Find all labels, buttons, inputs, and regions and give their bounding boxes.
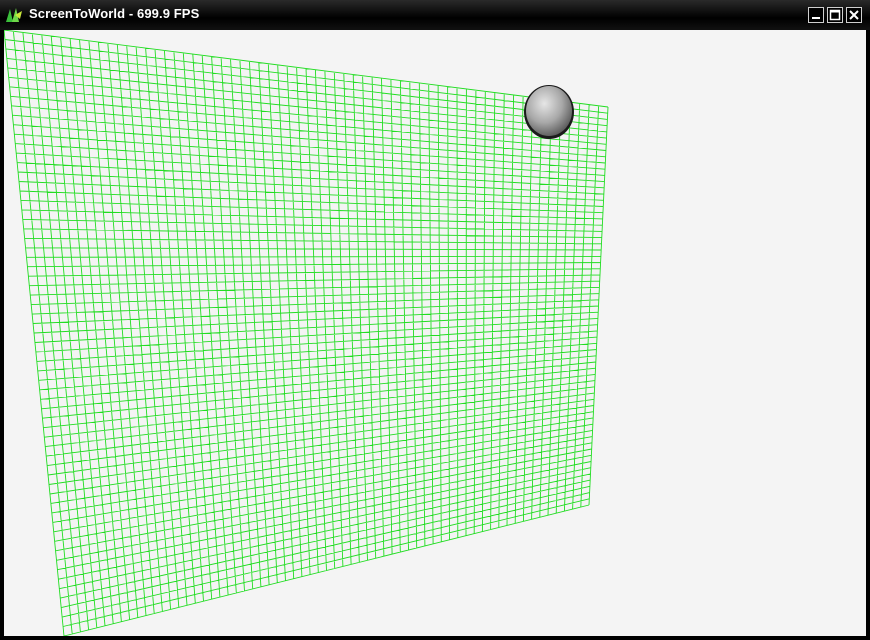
minimize-button[interactable] <box>808 7 824 23</box>
minimize-icon <box>812 17 820 19</box>
application-window: ScreenToWorld - 699.9 FPS <box>0 0 870 640</box>
close-button[interactable] <box>846 7 862 23</box>
maximize-icon <box>829 9 841 21</box>
sphere <box>524 85 574 139</box>
wireframe-grid-plane <box>4 30 609 636</box>
grid-lines <box>4 30 609 636</box>
title-bar[interactable]: ScreenToWorld - 699.9 FPS <box>0 0 870 30</box>
render-viewport[interactable] <box>4 30 866 636</box>
3d-scene[interactable] <box>4 30 866 636</box>
window-title: ScreenToWorld - 699.9 FPS <box>29 6 200 21</box>
app-logo-icon <box>5 7 23 23</box>
close-icon <box>849 10 859 20</box>
maximize-button[interactable] <box>827 7 843 23</box>
